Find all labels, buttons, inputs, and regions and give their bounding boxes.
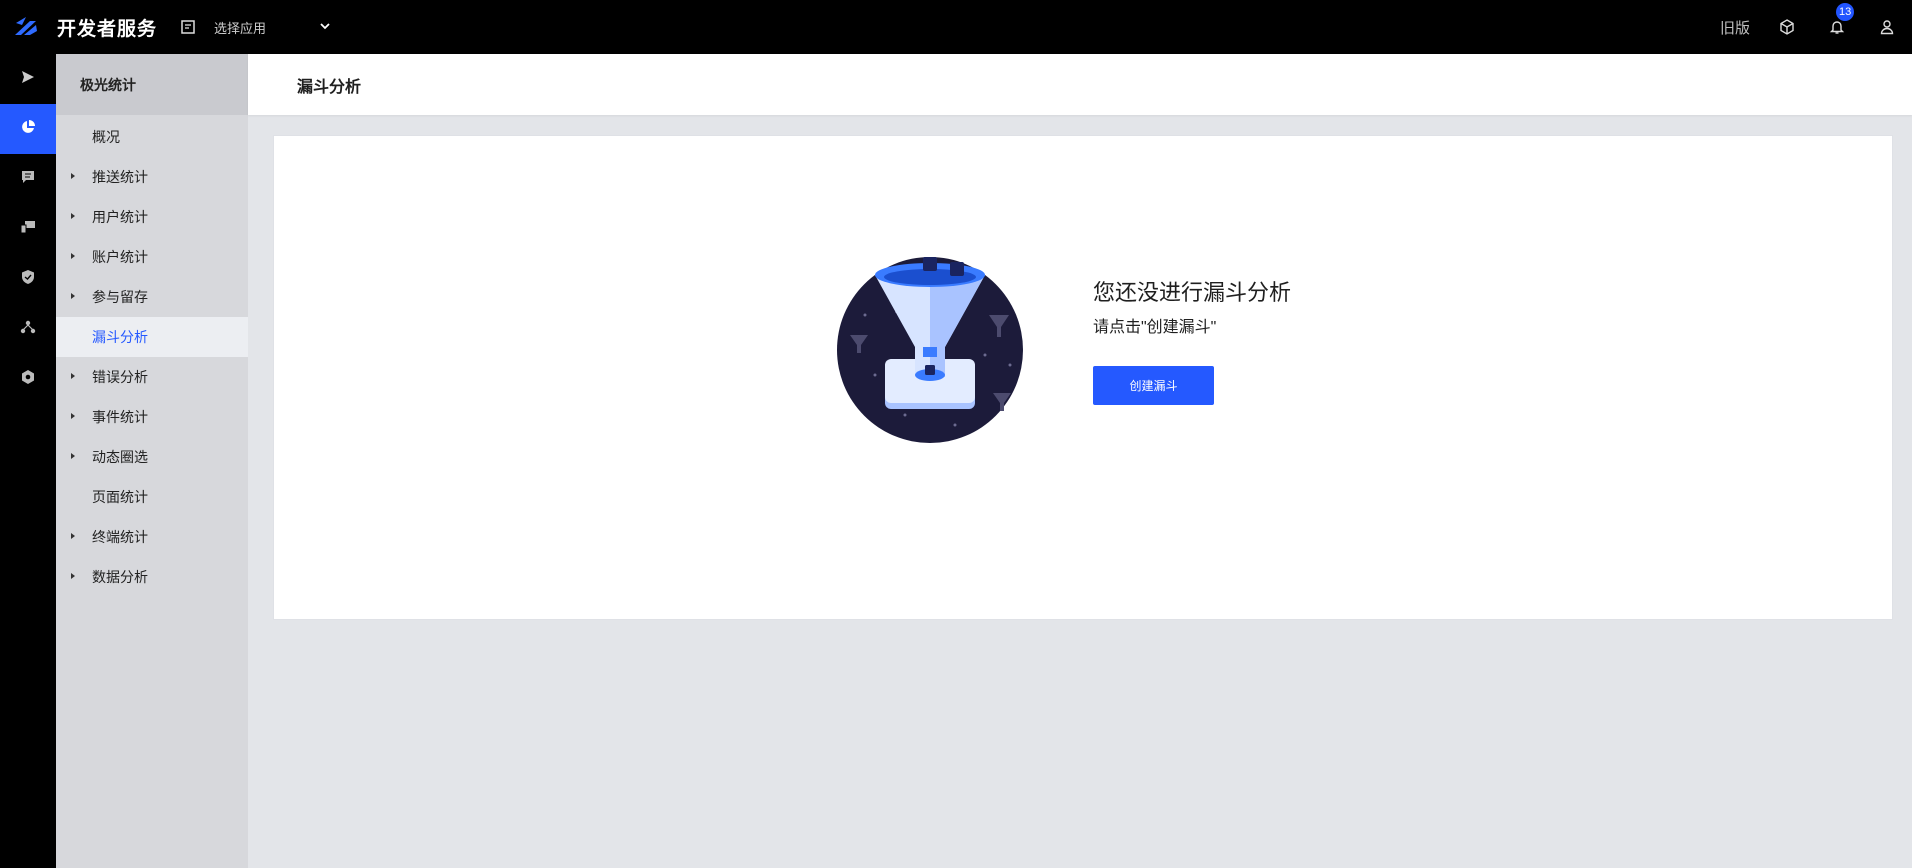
sidebar-item[interactable]: 漏斗分析 bbox=[56, 317, 248, 357]
message-icon bbox=[20, 169, 36, 190]
sidebar-item[interactable]: 错误分析 bbox=[56, 357, 248, 397]
cube-icon[interactable] bbox=[1776, 16, 1798, 38]
sidebar-item-label: 页面统计 bbox=[92, 489, 148, 505]
bell-icon[interactable]: 13 bbox=[1826, 3, 1855, 38]
notification-badge: 13 bbox=[1836, 3, 1855, 21]
sidebar-item-label: 账户统计 bbox=[92, 249, 148, 265]
empty-state-title: 您还没进行漏斗分析 bbox=[1093, 280, 1292, 305]
app-icon bbox=[179, 18, 197, 36]
sidebar-item-label: 终端统计 bbox=[92, 529, 148, 545]
sidebar-menu: 概况推送统计用户统计账户统计参与留存漏斗分析错误分析事件统计动态圈选页面统计终端… bbox=[56, 115, 248, 597]
user-icon[interactable] bbox=[1876, 16, 1898, 38]
icon-rail bbox=[0, 54, 56, 868]
chevron-right-icon bbox=[70, 572, 76, 583]
empty-state-card: 您还没进行漏斗分析 请点击"创建漏斗" 创建漏斗 bbox=[273, 135, 1893, 620]
chevron-right-icon bbox=[70, 412, 76, 423]
network-icon bbox=[20, 319, 36, 340]
chevron-right-icon bbox=[70, 252, 76, 263]
create-funnel-button[interactable]: 创建漏斗 bbox=[1093, 366, 1214, 405]
sidebar-item[interactable]: 事件统计 bbox=[56, 397, 248, 437]
logo[interactable]: 开发者服务 bbox=[0, 0, 157, 54]
shield-icon bbox=[20, 269, 36, 290]
sidebar-item[interactable]: 终端统计 bbox=[56, 517, 248, 557]
app-select[interactable]: 选择应用 bbox=[214, 18, 330, 37]
app-select-placeholder: 选择应用 bbox=[214, 20, 267, 36]
sidebar-item-label: 数据分析 bbox=[92, 569, 148, 585]
sidebar-item[interactable]: 概况 bbox=[56, 117, 248, 157]
sidebar-item[interactable]: 页面统计 bbox=[56, 477, 248, 517]
chevron-right-icon bbox=[70, 372, 76, 383]
rail-item-settings[interactable] bbox=[0, 354, 56, 404]
top-bar: 开发者服务 选择应用 旧版 13 bbox=[0, 0, 1912, 54]
rail-item-statistics[interactable] bbox=[0, 104, 56, 154]
chevron-right-icon bbox=[70, 212, 76, 223]
sidebar-item-label: 推送统计 bbox=[92, 169, 148, 185]
logo-icon bbox=[12, 13, 40, 41]
sidebar-item-label: 概况 bbox=[92, 129, 120, 145]
chart-pie-icon bbox=[20, 119, 36, 140]
rail-item-network[interactable] bbox=[0, 304, 56, 354]
chevron-down-icon bbox=[320, 22, 330, 33]
sidebar-title: 极光统计 bbox=[56, 54, 248, 115]
chevron-right-icon bbox=[70, 292, 76, 303]
sidebar-item[interactable]: 动态圈选 bbox=[56, 437, 248, 477]
rail-item-push[interactable] bbox=[0, 54, 56, 104]
sidebar-item-label: 动态圈选 bbox=[92, 449, 148, 465]
chevron-right-icon bbox=[70, 172, 76, 183]
sidebar: 极光统计 概况推送统计用户统计账户统计参与留存漏斗分析错误分析事件统计动态圈选页… bbox=[56, 54, 248, 868]
chevron-right-icon bbox=[70, 532, 76, 543]
sidebar-item[interactable]: 数据分析 bbox=[56, 557, 248, 597]
sidebar-item-label: 参与留存 bbox=[92, 289, 148, 305]
rail-item-security[interactable] bbox=[0, 254, 56, 304]
chevron-right-icon bbox=[70, 452, 76, 463]
sidebar-item-label: 用户统计 bbox=[92, 209, 148, 225]
send-icon bbox=[20, 69, 36, 90]
old-version-link[interactable]: 旧版 bbox=[1720, 17, 1750, 38]
sidebar-item[interactable]: 账户统计 bbox=[56, 237, 248, 277]
sidebar-item[interactable]: 用户统计 bbox=[56, 197, 248, 237]
brand-name: 开发者服务 bbox=[57, 18, 158, 40]
funnel-illustration bbox=[835, 255, 1025, 445]
page-title: 漏斗分析 bbox=[248, 54, 1912, 115]
rail-item-messages[interactable] bbox=[0, 154, 56, 204]
empty-state-subtitle: 请点击"创建漏斗" bbox=[1093, 319, 1217, 336]
sidebar-item-label: 错误分析 bbox=[92, 369, 148, 385]
sidebar-item[interactable]: 参与留存 bbox=[56, 277, 248, 317]
devices-icon bbox=[20, 219, 36, 240]
sidebar-item-label: 事件统计 bbox=[92, 409, 148, 425]
rail-item-devices[interactable] bbox=[0, 204, 56, 254]
sidebar-item-label: 漏斗分析 bbox=[92, 329, 148, 345]
gear-icon bbox=[20, 369, 36, 390]
sidebar-item[interactable]: 推送统计 bbox=[56, 157, 248, 197]
